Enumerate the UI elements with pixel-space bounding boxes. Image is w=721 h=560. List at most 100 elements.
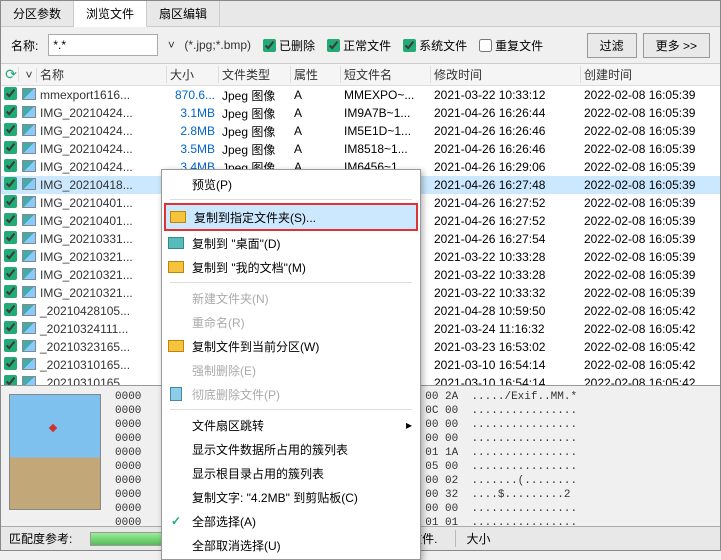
row-checkbox[interactable] — [4, 285, 17, 298]
dropdown-icon[interactable] — [164, 38, 178, 52]
col-mtime[interactable]: 修改时间 — [431, 66, 581, 83]
chk-dup[interactable]: 重复文件 — [479, 37, 543, 54]
image-icon — [22, 285, 36, 299]
col-type[interactable]: 文件类型 — [219, 66, 291, 83]
row-checkbox[interactable] — [4, 321, 17, 334]
row-checkbox[interactable] — [4, 249, 17, 262]
cell-mtime: 2021-04-26 16:26:46 — [431, 124, 581, 138]
cell-attr: A — [291, 142, 341, 156]
row-checkbox[interactable] — [4, 195, 17, 208]
cell-name: _20210310165... — [37, 358, 167, 372]
cell-type: Jpeg 图像 — [219, 123, 291, 140]
expand-icon[interactable] — [22, 68, 36, 82]
thumbnail-image — [9, 394, 101, 510]
cell-ctime: 2022-02-08 16:05:42 — [581, 304, 720, 318]
menu-select-all[interactable]: 全部选择(A) — [164, 509, 418, 533]
cell-ctime: 2022-02-08 16:05:42 — [581, 376, 720, 385]
chk-deleted[interactable]: 已删除 — [263, 37, 315, 54]
filter-button[interactable]: 过滤 — [587, 33, 637, 58]
menu-deselect-all[interactable]: 全部取消选择(U) — [164, 533, 418, 557]
context-menu: 预览(P) 复制到指定文件夹(S)... 复制到 "桌面"(D) 复制到 "我的… — [161, 169, 421, 560]
row-checkbox[interactable] — [4, 375, 17, 385]
col-short[interactable]: 短文件名 — [341, 66, 431, 83]
menu-copy-to-folder[interactable]: 复制到指定文件夹(S)... — [164, 203, 418, 231]
cell-ctime: 2022-02-08 16:05:39 — [581, 142, 720, 156]
cell-mtime: 2021-04-26 16:27:52 — [431, 196, 581, 210]
row-checkbox[interactable] — [4, 159, 17, 172]
image-icon — [22, 177, 36, 191]
image-icon — [22, 303, 36, 317]
row-checkbox[interactable] — [4, 213, 17, 226]
image-icon — [22, 357, 36, 371]
cell-name: _20210428105... — [37, 304, 167, 318]
cell-mtime: 2021-04-26 16:26:44 — [431, 106, 581, 120]
menu-copy-text[interactable]: 复制文字: "4.2MB" 到剪贴板(C) — [164, 485, 418, 509]
cell-type: Jpeg 图像 — [219, 87, 291, 104]
menu-new-folder: 新建文件夹(N) — [164, 286, 418, 310]
pattern-input[interactable] — [48, 34, 158, 56]
cell-size: 2.8MB — [167, 124, 219, 138]
col-attr[interactable]: 属性 — [291, 66, 341, 83]
cell-short: IM8518~1... — [341, 142, 431, 156]
cell-mtime: 2021-03-22 10:33:28 — [431, 250, 581, 264]
tab-partition-params[interactable]: 分区参数 — [1, 1, 74, 26]
table-row[interactable]: IMG_20210424...2.8MBJpeg 图像AIM5E1D~1...2… — [1, 122, 720, 140]
menu-copy-desktop[interactable]: 复制到 "桌面"(D) — [164, 231, 418, 255]
tab-browse-files[interactable]: 浏览文件 — [74, 1, 147, 27]
trash-icon — [168, 386, 184, 402]
cell-name: IMG_20210424... — [37, 106, 167, 120]
cell-name: IMG_20210424... — [37, 124, 167, 138]
cell-size: 3.5MB — [167, 142, 219, 156]
col-ctime[interactable]: 创建时间 — [581, 66, 720, 83]
row-checkbox[interactable] — [4, 339, 17, 352]
menu-root-clusters[interactable]: 显示根目录占用的簇列表 — [164, 461, 418, 485]
chk-system[interactable]: 系统文件 — [403, 37, 467, 54]
row-checkbox[interactable] — [4, 177, 17, 190]
menu-perm-delete: 彻底删除文件(P) — [164, 382, 418, 406]
refresh-icon[interactable] — [4, 67, 18, 81]
menu-copy-docs[interactable]: 复制到 "我的文档"(M) — [164, 255, 418, 279]
cell-short: IM9A7B~1... — [341, 106, 431, 120]
col-size[interactable]: 大小 — [167, 66, 219, 83]
row-checkbox[interactable] — [4, 141, 17, 154]
cell-mtime: 2021-04-28 10:59:50 — [431, 304, 581, 318]
image-icon — [22, 375, 36, 385]
cell-ctime: 2022-02-08 16:05:39 — [581, 88, 720, 102]
cell-ctime: 2022-02-08 16:05:39 — [581, 286, 720, 300]
menu-rename: 重命名(R) — [164, 310, 418, 334]
row-checkbox[interactable] — [4, 105, 17, 118]
row-checkbox[interactable] — [4, 267, 17, 280]
row-checkbox[interactable] — [4, 123, 17, 136]
row-checkbox[interactable] — [4, 87, 17, 100]
col-name[interactable]: 名称 — [37, 66, 167, 83]
cell-mtime: 2021-03-24 11:16:32 — [431, 322, 581, 336]
table-row[interactable]: mmexport1616...870.6...Jpeg 图像AMMEXPO~..… — [1, 86, 720, 104]
cell-mtime: 2021-04-26 16:27:54 — [431, 232, 581, 246]
filter-toolbar: 名称: (*.jpg;*.bmp) 已删除 正常文件 系统文件 重复文件 过滤 … — [1, 27, 720, 63]
chk-normal[interactable]: 正常文件 — [327, 37, 391, 54]
folder-icon — [168, 338, 184, 354]
menu-clusters[interactable]: 显示文件数据所占用的簇列表 — [164, 437, 418, 461]
table-row[interactable]: IMG_20210424...3.5MBJpeg 图像AIM8518~1...2… — [1, 140, 720, 158]
menu-copy-partition[interactable]: 复制文件到当前分区(W) — [164, 334, 418, 358]
cell-type: Jpeg 图像 — [219, 141, 291, 158]
folder-icon — [168, 235, 184, 251]
tab-bar: 分区参数 浏览文件 扇区编辑 — [1, 1, 720, 27]
cell-ctime: 2022-02-08 16:05:39 — [581, 178, 720, 192]
menu-sector-jump[interactable]: 文件扇区跳转▸ — [164, 413, 418, 437]
cell-mtime: 2021-03-22 10:33:28 — [431, 268, 581, 282]
more-button[interactable]: 更多 >> — [643, 33, 710, 58]
row-checkbox[interactable] — [4, 303, 17, 316]
table-row[interactable]: IMG_20210424...3.1MBJpeg 图像AIM9A7B~1...2… — [1, 104, 720, 122]
image-icon — [22, 339, 36, 353]
tab-sector-edit[interactable]: 扇区编辑 — [147, 1, 220, 26]
cell-ctime: 2022-02-08 16:05:39 — [581, 232, 720, 246]
row-checkbox[interactable] — [4, 357, 17, 370]
image-icon — [22, 123, 36, 137]
menu-preview[interactable]: 预览(P) — [164, 172, 418, 196]
cell-name: IMG_20210321... — [37, 250, 167, 264]
name-label: 名称: — [11, 37, 38, 54]
cell-name: IMG_20210321... — [37, 268, 167, 282]
cell-mtime: 2021-04-26 16:29:06 — [431, 160, 581, 174]
row-checkbox[interactable] — [4, 231, 17, 244]
